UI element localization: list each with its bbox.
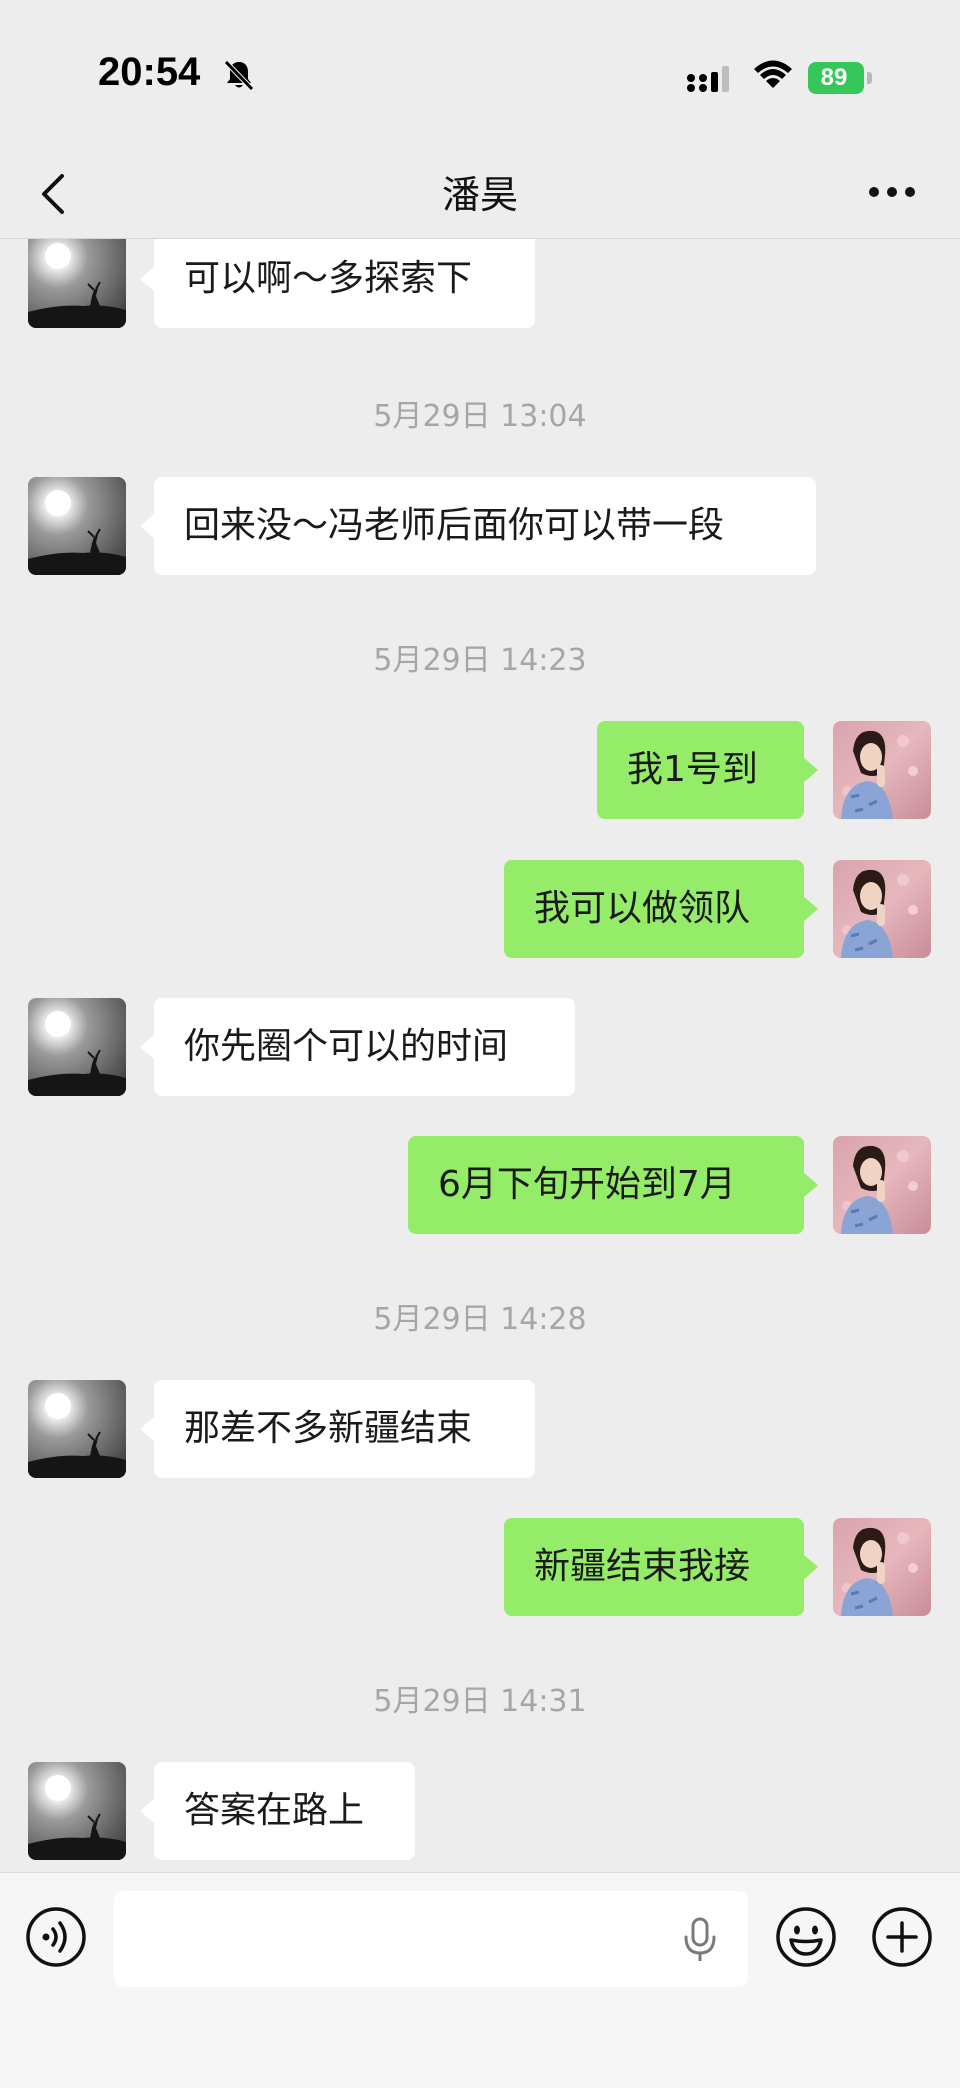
message-bubble[interactable]: 那差不多新疆结束 (140, 1380, 535, 1478)
message-list[interactable]: 可以啊～多探索下 5月29日 13:04 回来没～冯老师后面你可以带一段 5月2… (0, 239, 960, 1872)
message-sent: 新疆结束我接 (0, 1518, 960, 1616)
plus-icon[interactable] (870, 1905, 934, 1969)
message-bubble[interactable]: 答案在路上 (140, 1762, 415, 1860)
user-avatar[interactable] (833, 1518, 931, 1616)
contact-avatar[interactable] (28, 239, 126, 328)
input-bar (0, 1872, 960, 2088)
message-timestamp: 5月29日 13:04 (373, 399, 587, 434)
message-bubble[interactable]: 可以啊～多探索下 (140, 239, 535, 328)
chat-title: 潘昊 (441, 173, 518, 217)
wifi-icon (754, 60, 792, 88)
user-avatar[interactable] (833, 860, 931, 958)
message-timestamp: 5月29日 14:23 (373, 643, 587, 678)
chat-header: 潘昊 (0, 150, 960, 239)
message-sent: 我可以做领队 (0, 860, 960, 958)
microphone-icon[interactable] (680, 1915, 720, 1965)
status-bar: 20:54 89 (0, 0, 960, 150)
contact-avatar[interactable] (28, 998, 126, 1096)
contact-avatar[interactable] (28, 477, 126, 575)
message-bubble[interactable]: 6月下旬开始到7月 (408, 1136, 818, 1234)
message-received: 答案在路上 (0, 1762, 960, 1860)
battery-cap (867, 72, 872, 84)
battery-charging-icon: 89 (808, 62, 876, 94)
message-input[interactable] (114, 1891, 748, 1987)
message-timestamp: 5月29日 14:31 (373, 1684, 587, 1719)
status-time: 20:54 (98, 50, 201, 94)
message-received: 那差不多新疆结束 (0, 1380, 960, 1478)
voice-icon[interactable] (24, 1905, 88, 1969)
message-sent: 我1号到 (0, 721, 960, 819)
message-bubble[interactable]: 回来没～冯老师后面你可以带一段 (140, 477, 816, 575)
message-received: 可以啊～多探索下 (0, 239, 960, 328)
message-timestamp: 5月29日 14:28 (373, 1302, 587, 1337)
user-avatar[interactable] (833, 1136, 931, 1234)
message-sent: 6月下旬开始到7月 (0, 1136, 960, 1234)
emoji-icon[interactable] (774, 1905, 838, 1969)
signal-icon (687, 66, 729, 92)
contact-avatar[interactable] (28, 1762, 126, 1860)
bell-slash-icon (224, 60, 254, 91)
ellipsis-icon[interactable] (868, 180, 916, 204)
message-received: 回来没～冯老师后面你可以带一段 (0, 477, 960, 575)
contact-avatar[interactable] (28, 1380, 126, 1478)
battery-level: 89 (820, 64, 848, 91)
message-bubble[interactable]: 我1号到 (597, 721, 818, 819)
user-avatar[interactable] (833, 721, 931, 819)
message-received: 你先圈个可以的时间 (0, 998, 960, 1096)
message-bubble[interactable]: 我可以做领队 (504, 860, 818, 958)
message-bubble[interactable]: 新疆结束我接 (504, 1518, 818, 1616)
message-bubble[interactable]: 你先圈个可以的时间 (140, 998, 575, 1096)
